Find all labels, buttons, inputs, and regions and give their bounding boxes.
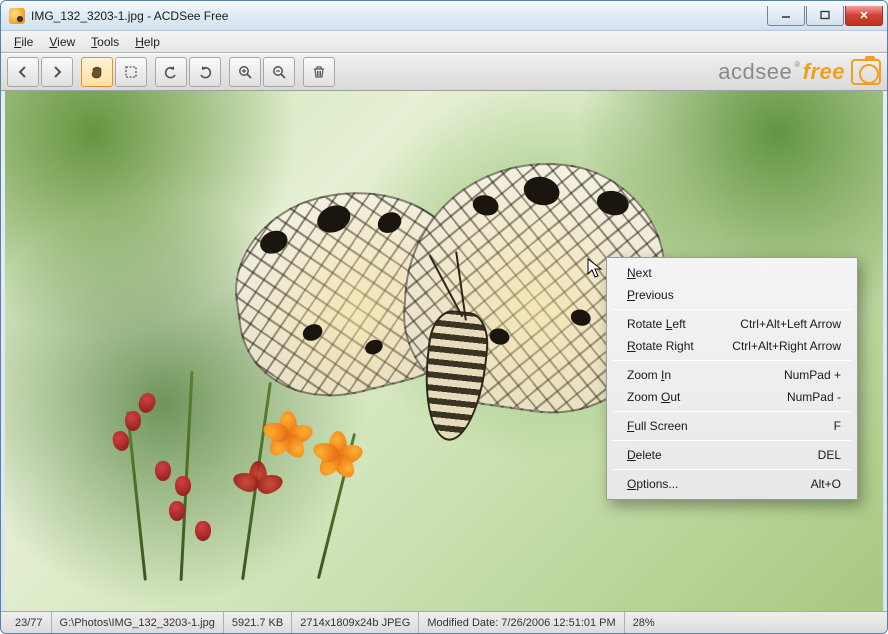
menubar: File View Tools Help <box>1 31 887 53</box>
ctx-item-full-screen[interactable]: Full ScreenF <box>609 415 855 437</box>
menu-tools[interactable]: Tools <box>84 33 126 51</box>
brand-logo: acdsee ® free <box>718 59 881 85</box>
redo-button[interactable] <box>189 57 221 87</box>
status-path: G:\Photos\IMG_132_3203-1.jpg <box>52 612 224 633</box>
statusbar: 23/77 G:\Photos\IMG_132_3203-1.jpg 5921.… <box>1 611 887 633</box>
minimize-button[interactable] <box>767 6 805 26</box>
camera-icon <box>851 59 881 85</box>
ctx-item-zoom-out[interactable]: Zoom OutNumPad - <box>609 386 855 408</box>
status-zoom: 28% <box>625 612 663 633</box>
status-dims: 2714x1809x24b JPEG <box>292 612 419 633</box>
ctx-item-previous[interactable]: Previous <box>609 284 855 306</box>
ctx-item-rotate-left[interactable]: Rotate LeftCtrl+Alt+Left Arrow <box>609 313 855 335</box>
zoom-in-icon <box>237 64 253 80</box>
status-size: 5921.7 KB <box>224 612 292 633</box>
status-modified: Modified Date: 7/26/2006 12:51:01 PM <box>419 612 624 633</box>
ctx-item-rotate-right[interactable]: Rotate RightCtrl+Alt+Right Arrow <box>609 335 855 357</box>
zoom-in-button[interactable] <box>229 57 261 87</box>
close-button[interactable] <box>845 6 883 26</box>
ctx-item-next[interactable]: Next <box>609 262 855 284</box>
image-viewer[interactable]: NextPrevious Rotate LeftCtrl+Alt+Left Arr… <box>5 91 883 611</box>
pan-tool-button[interactable] <box>81 57 113 87</box>
redo-icon <box>197 64 213 80</box>
selection-icon <box>123 64 139 80</box>
menu-file[interactable]: File <box>7 33 40 51</box>
prev-button[interactable] <box>7 57 39 87</box>
ctx-item-delete[interactable]: DeleteDEL <box>609 444 855 466</box>
delete-button[interactable] <box>303 57 335 87</box>
app-icon <box>9 8 25 24</box>
hand-icon <box>89 64 105 80</box>
ctx-item-options-[interactable]: Options...Alt+O <box>609 473 855 495</box>
undo-icon <box>163 64 179 80</box>
maximize-button[interactable] <box>806 6 844 26</box>
zoom-out-icon <box>271 64 287 80</box>
zoom-out-button[interactable] <box>263 57 295 87</box>
titlebar: IMG_132_3203-1.jpg - ACDSee Free <box>1 1 887 31</box>
select-tool-button[interactable] <box>115 57 147 87</box>
window-controls <box>767 6 883 26</box>
trash-icon <box>311 64 327 80</box>
menu-help[interactable]: Help <box>128 33 167 51</box>
menu-view[interactable]: View <box>42 33 82 51</box>
brand-text-grey: acdsee <box>718 59 792 85</box>
undo-button[interactable] <box>155 57 187 87</box>
window-title: IMG_132_3203-1.jpg - ACDSee Free <box>31 9 228 23</box>
context-menu: NextPrevious Rotate LeftCtrl+Alt+Left Arr… <box>606 257 858 500</box>
toolbar: acdsee ® free <box>1 53 887 91</box>
next-button[interactable] <box>41 57 73 87</box>
app-window: IMG_132_3203-1.jpg - ACDSee Free File Vi… <box>0 0 888 634</box>
status-index: 23/77 <box>7 612 52 633</box>
ctx-item-zoom-in[interactable]: Zoom InNumPad + <box>609 364 855 386</box>
brand-text-orange: free <box>803 59 845 85</box>
